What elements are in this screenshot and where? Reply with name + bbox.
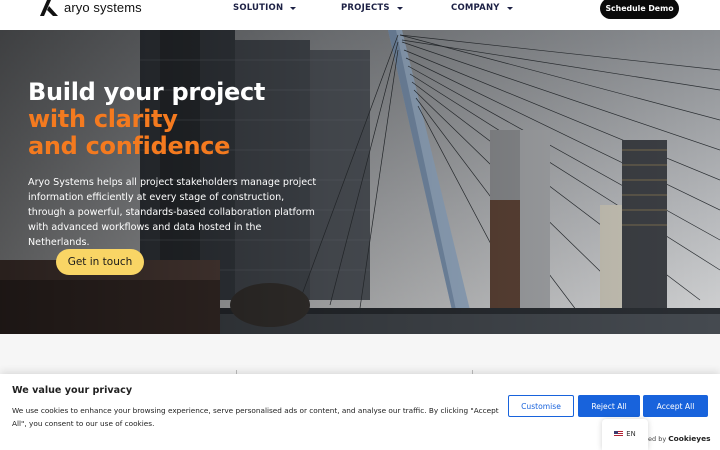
powered-by-label[interactable]: ed by Cookieyes bbox=[648, 434, 711, 443]
language-code: EN bbox=[626, 430, 636, 438]
chevron-down-icon bbox=[396, 6, 403, 10]
cookie-text: We use cookies to enhance your browsing … bbox=[12, 406, 499, 428]
nav-company-label: COMPANY bbox=[451, 3, 500, 13]
reject-all-button[interactable]: Reject All bbox=[578, 395, 640, 417]
customise-button[interactable]: Customise bbox=[508, 395, 574, 417]
hero-text-block: Build your project with clarity and conf… bbox=[28, 79, 328, 250]
page: aryo systems SOLUTION PROJECTS COMPANY S… bbox=[0, 0, 720, 450]
nav-solution[interactable]: SOLUTION bbox=[233, 0, 297, 16]
nav-solution-label: SOLUTION bbox=[233, 3, 284, 13]
chevron-down-icon bbox=[506, 6, 513, 10]
nav-projects[interactable]: PROJECTS bbox=[341, 0, 403, 16]
hero-title-line3: and confidence bbox=[28, 132, 231, 160]
nav-company[interactable]: COMPANY bbox=[451, 0, 513, 16]
aryo-logo-icon bbox=[40, 0, 58, 16]
nav-projects-label: PROJECTS bbox=[341, 3, 390, 13]
cookie-title: We value your privacy bbox=[12, 385, 133, 396]
brand-name: aryo systems bbox=[64, 0, 142, 15]
chevron-down-icon bbox=[290, 6, 297, 10]
hero-title: Build your project with clarity and conf… bbox=[28, 79, 328, 160]
site-header: aryo systems SOLUTION PROJECTS COMPANY S… bbox=[0, 0, 720, 30]
get-in-touch-button[interactable]: Get in touch bbox=[56, 249, 144, 275]
hero-description: Aryo Systems helps all project stakehold… bbox=[28, 177, 317, 248]
hero-section: Build your project with clarity and conf… bbox=[0, 30, 720, 334]
us-flag-icon bbox=[614, 431, 624, 437]
accept-all-button[interactable]: Accept All bbox=[643, 395, 708, 417]
hero-title-line1: Build your project bbox=[28, 78, 266, 106]
hero-title-line2: with clarity bbox=[28, 105, 178, 133]
language-switcher[interactable]: EN bbox=[602, 419, 648, 450]
powered-brand: Cookieyes bbox=[668, 434, 711, 443]
powered-prefix: ed by bbox=[648, 435, 667, 443]
schedule-demo-button[interactable]: Schedule Demo bbox=[600, 0, 679, 19]
brand-logo[interactable]: aryo systems bbox=[40, 0, 142, 16]
